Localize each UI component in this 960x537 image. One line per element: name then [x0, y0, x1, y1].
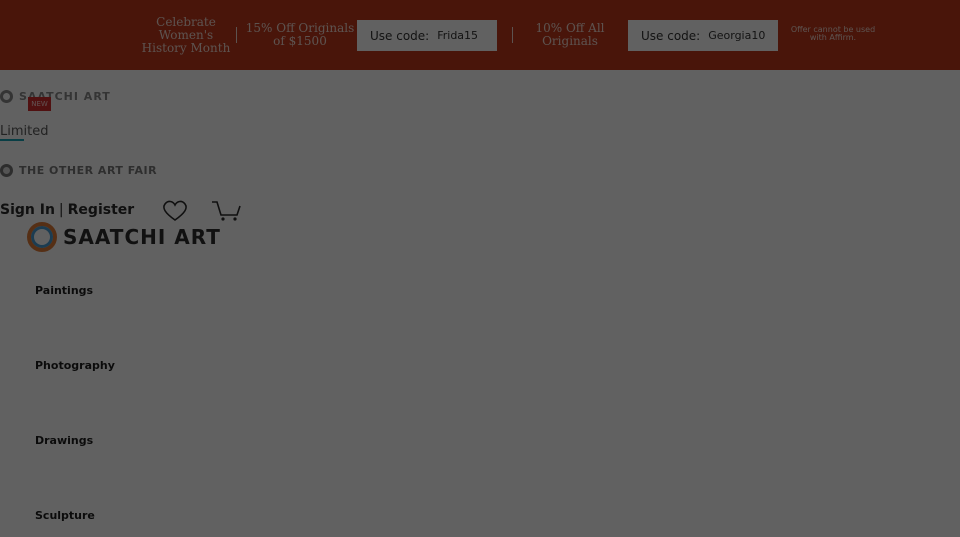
promo-fine-print: Offer cannot be used with Affirm.	[790, 25, 876, 42]
promo-code-2[interactable]: Use code: Georgia10	[628, 20, 778, 51]
promo-code-1-value: Frida15	[437, 29, 479, 42]
main-logo-text: SAATCHI ART	[63, 225, 221, 249]
promo-code-2-label: Use code:	[641, 28, 701, 43]
sign-in-link[interactable]: Sign In	[0, 202, 55, 218]
saatchi-logo-icon	[27, 222, 57, 252]
saatchi-art-link[interactable]: SAATCHI ART	[0, 90, 111, 103]
account-links: Sign In | Register	[0, 202, 134, 218]
limited-link[interactable]: Limited	[0, 124, 48, 139]
promo-code-2-value: Georgia10	[708, 29, 766, 42]
promo-banner: Celebrate Women's History Month 15% Off …	[0, 0, 960, 70]
promo-divider	[512, 27, 513, 43]
saatchi-ring-icon	[0, 90, 13, 103]
modal-overlay	[0, 0, 960, 537]
promo-code-1-label: Use code:	[370, 28, 430, 43]
promo-offer-1: 15% Off Originals of $1500	[245, 21, 355, 48]
promo-offer-2: 10% Off All Originals	[535, 21, 605, 48]
category-drawings[interactable]: Drawings	[35, 434, 93, 447]
other-art-fair-label: THE OTHER ART FAIR	[19, 164, 158, 177]
register-link[interactable]: Register	[68, 202, 135, 218]
category-photography[interactable]: Photography	[35, 359, 115, 372]
category-sculpture[interactable]: Sculpture	[35, 509, 95, 522]
category-paintings[interactable]: Paintings	[35, 284, 93, 297]
promo-code-1[interactable]: Use code: Frida15	[357, 20, 497, 51]
other-art-fair-icon	[0, 164, 13, 177]
account-separator: |	[58, 202, 64, 218]
heart-icon[interactable]	[161, 199, 189, 223]
promo-divider	[236, 27, 237, 43]
limited-underline	[0, 139, 24, 141]
cart-icon[interactable]	[211, 199, 243, 223]
promo-headline: Celebrate Women's History Month	[141, 15, 231, 55]
new-badge: NEW	[28, 97, 51, 111]
main-logo[interactable]: SAATCHI ART	[27, 222, 221, 252]
other-art-fair-link[interactable]: THE OTHER ART FAIR	[0, 164, 157, 177]
